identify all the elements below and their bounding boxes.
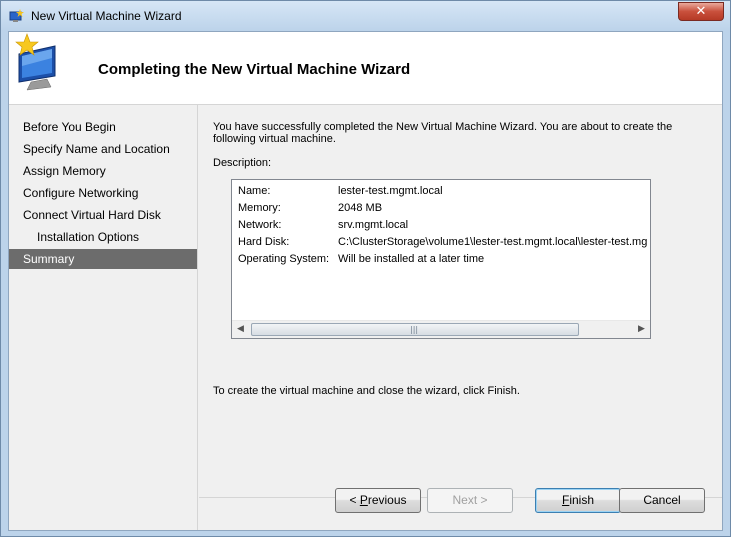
summary-key: Name: — [238, 185, 271, 197]
step-assign-memory[interactable]: Assign Memory — [9, 161, 197, 181]
summary-key: Network: — [238, 219, 282, 231]
wizard-content: You have successfully completed the New … — [199, 105, 722, 530]
previous-button-prefix: < — [349, 493, 360, 507]
scroll-right-icon[interactable]: ▶ — [633, 321, 650, 338]
summary-key: Operating System: — [238, 253, 330, 265]
horizontal-scrollbar[interactable]: ◀ ||| ▶ — [232, 320, 650, 338]
description-label: Description: — [213, 157, 272, 169]
scroll-left-icon[interactable]: ◀ — [232, 321, 249, 338]
grip-icon: ||| — [410, 325, 419, 334]
step-connect-virtual-hard-disk[interactable]: Connect Virtual Hard Disk — [9, 205, 197, 225]
step-before-you-begin[interactable]: Before You Begin — [9, 117, 197, 137]
wizard-header: Completing the New Virtual Machine Wizar… — [9, 32, 722, 105]
wizard-window: New Virtual Machine Wizard ✕ Completing … — [0, 0, 731, 537]
wizard-step-list: Before You Begin Specify Name and Locati… — [9, 105, 198, 530]
new-vm-wizard-icon — [15, 33, 56, 91]
previous-button-label: revious — [367, 493, 407, 507]
next-button[interactable]: Next > — [427, 488, 513, 513]
summary-key: Hard Disk: — [238, 236, 290, 248]
previous-button[interactable]: < Previous — [335, 488, 421, 513]
step-installation-options[interactable]: Installation Options — [9, 227, 197, 247]
close-icon: ✕ — [695, 4, 707, 19]
finish-instruction: To create the virtual machine and close … — [213, 385, 520, 397]
summary-value: lester-test.mgmt.local — [338, 185, 443, 197]
step-summary[interactable]: Summary — [9, 249, 197, 269]
step-configure-networking[interactable]: Configure Networking — [9, 183, 197, 203]
window-title: New Virtual Machine Wizard — [31, 9, 182, 23]
summary-box[interactable]: Name: lester-test.mgmt.local Memory: 204… — [231, 179, 651, 339]
summary-key: Memory: — [238, 202, 281, 214]
page-title: Completing the New Virtual Machine Wizar… — [98, 61, 411, 78]
scroll-thumb[interactable]: ||| — [251, 323, 579, 336]
title-bar[interactable]: New Virtual Machine Wizard ✕ — [1, 1, 730, 31]
summary-value: srv.mgmt.local — [338, 219, 409, 231]
finish-button[interactable]: Finish — [535, 488, 621, 513]
intro-text: You have successfully completed the New … — [213, 121, 673, 145]
hyper-v-app-icon — [9, 9, 24, 22]
step-specify-name-and-location[interactable]: Specify Name and Location — [9, 139, 197, 159]
cancel-button[interactable]: Cancel — [619, 488, 705, 513]
summary-value: C:\ClusterStorage\volume1\lester-test.mg… — [338, 236, 648, 248]
summary-value: Will be installed at a later time — [338, 253, 485, 265]
wizard-client-area: Completing the New Virtual Machine Wizar… — [8, 31, 723, 531]
finish-button-label: inish — [569, 493, 595, 507]
close-button[interactable]: ✕ — [678, 2, 724, 21]
previous-button-accelerator: P — [359, 493, 368, 507]
summary-value: 2048 MB — [338, 202, 383, 214]
